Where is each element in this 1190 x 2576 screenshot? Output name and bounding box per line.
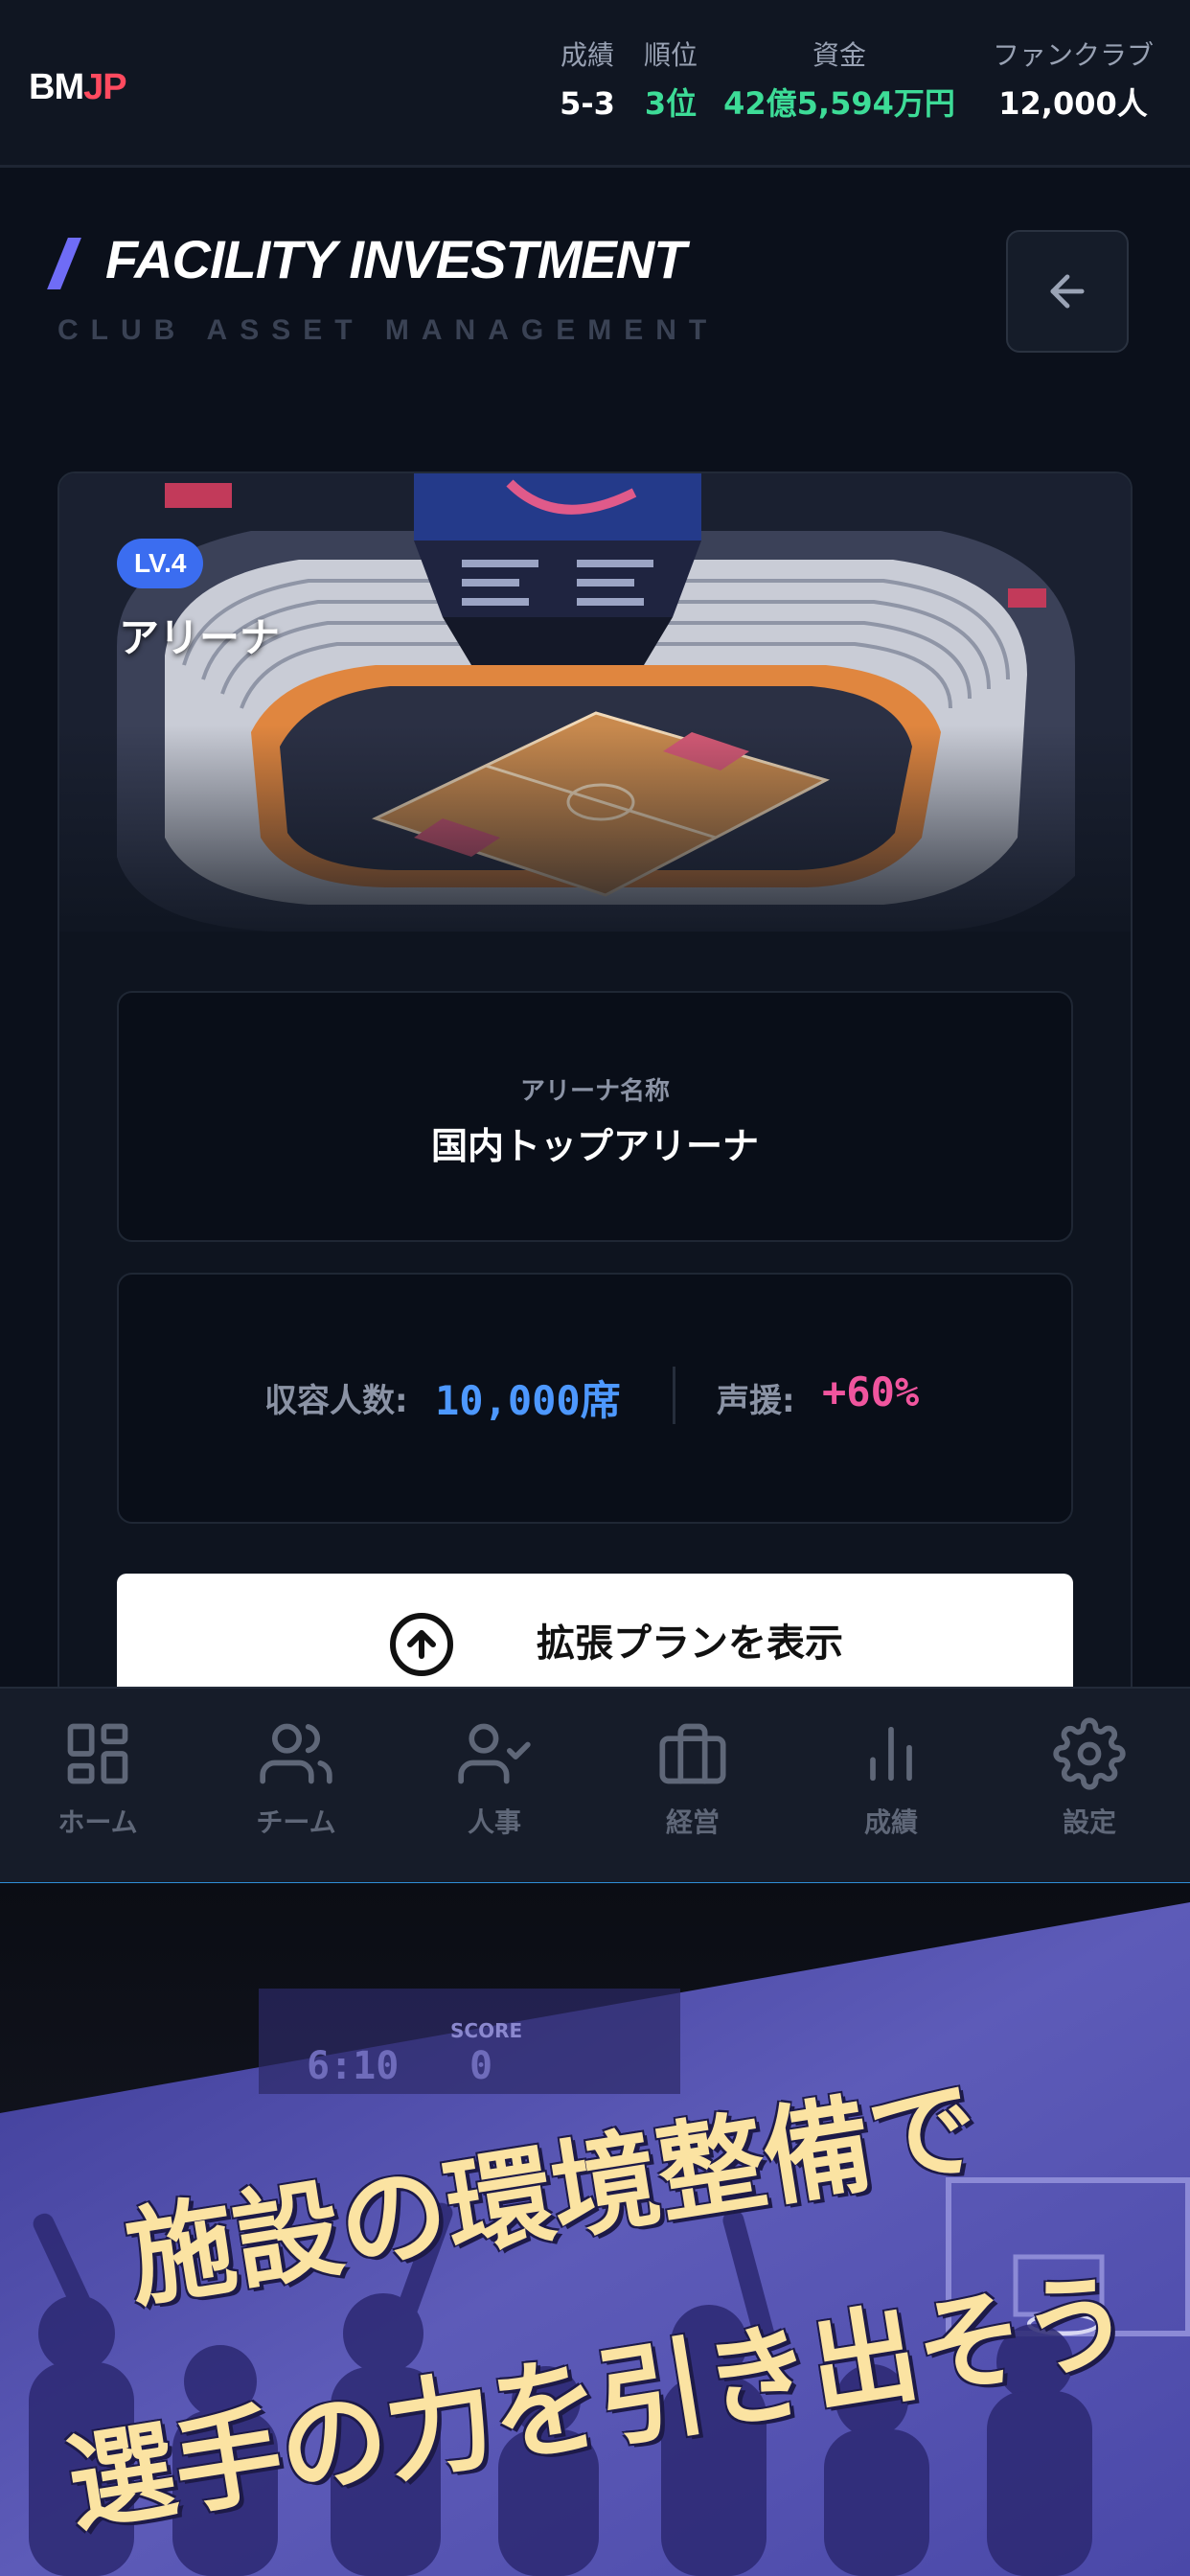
arrow-left-icon — [1050, 274, 1085, 309]
nav-label-home: ホーム — [57, 1806, 138, 1838]
facility-name: アリーナ — [119, 614, 281, 661]
back-button[interactable] — [1006, 230, 1129, 353]
facility-card: LV.4 アリーナ アリーナ名称 国内トップアリーナ 収容人数: 10,000席… — [57, 472, 1133, 1717]
scoreboard-label: SCORE — [450, 2019, 523, 2042]
nav-label-team: チーム — [256, 1806, 336, 1838]
level-badge: LV.4 — [117, 539, 204, 588]
stat-funds-value: 42億5,594万円 — [723, 85, 955, 122]
nav-label-management: 経営 — [665, 1806, 720, 1838]
nav-label-settings: 設定 — [1062, 1806, 1116, 1838]
nav-item-management[interactable]: 経営 — [616, 1717, 769, 1840]
users-icon — [260, 1723, 332, 1784]
nav-item-personnel[interactable]: 人事 — [418, 1717, 571, 1840]
briefcase-icon — [659, 1723, 726, 1784]
arena-stats-panel: 収容人数: 10,000席 声援: +60% — [117, 1273, 1073, 1524]
arena-name-panel: アリーナ名称 国内トップアリーナ — [117, 991, 1073, 1242]
page-title: FACILITY INVESTMENT — [105, 229, 686, 289]
capacity-label: 収容人数: — [264, 1382, 408, 1420]
capacity-value: 10,000席 — [435, 1377, 621, 1424]
show-expansion-plan-label: 拡張プランを表示 — [537, 1622, 843, 1666]
stat-fanclub: ファンクラブ 12,000人 — [977, 38, 1169, 125]
gear-icon — [1053, 1717, 1126, 1790]
stat-rank-value: 3位 — [644, 85, 698, 122]
stat-funds-label: 資金 — [812, 39, 866, 71]
scoreboard-time: 6:10 — [307, 2044, 400, 2088]
user-check-icon — [458, 1723, 531, 1784]
arena-name-label: アリーナ名称 — [519, 1077, 670, 1106]
stat-rank: 順位 3位 — [632, 38, 709, 125]
bottom-navigation: ホーム チーム 人事 経営 成績 設定 — [0, 1687, 1190, 1885]
app-logo: BMJP — [29, 67, 127, 107]
arrow-up-circle-icon — [390, 1613, 453, 1676]
stat-record-label: 成績 — [560, 39, 614, 71]
nav-item-home[interactable]: ホーム — [21, 1717, 174, 1840]
arena-name-value: 国内トップアリーナ — [430, 1125, 759, 1167]
support-value: +60% — [822, 1368, 920, 1415]
nav-item-settings[interactable]: 設定 — [1013, 1717, 1166, 1840]
nav-item-team[interactable]: チーム — [219, 1717, 373, 1840]
stat-funds: 資金 42億5,594万円 — [717, 38, 962, 125]
nav-label-results: 成績 — [863, 1806, 918, 1838]
nav-label-personnel: 人事 — [467, 1806, 521, 1838]
scoreboard-score: 0 — [469, 2044, 493, 2088]
promo-banner: SCORE 6:10 0 施設の環境整備で 選手の力を引き出そう — [0, 1883, 1190, 2576]
support-label: 声援: — [717, 1382, 795, 1420]
stat-fanclub-value: 12,000人 — [998, 85, 1148, 122]
stat-rank-label: 順位 — [643, 39, 698, 71]
page-subtitle: CLUB ASSET MANAGEMENT — [57, 314, 720, 346]
stat-record-value: 5-3 — [560, 85, 615, 122]
stat-fanclub-label: ファンクラブ — [992, 39, 1154, 71]
arena-illustration — [59, 473, 1131, 932]
stats-divider — [673, 1367, 675, 1424]
nav-item-results[interactable]: 成績 — [814, 1717, 968, 1840]
title-accent-slash — [47, 238, 81, 289]
home-grid-icon — [67, 1723, 128, 1784]
top-status-bar: BMJP 成績 5-3 順位 3位 資金 42億5,594万円 ファンクラブ 1… — [0, 0, 1190, 168]
bar-chart-icon — [870, 1726, 912, 1782]
stat-record: 成績 5-3 — [546, 38, 629, 125]
